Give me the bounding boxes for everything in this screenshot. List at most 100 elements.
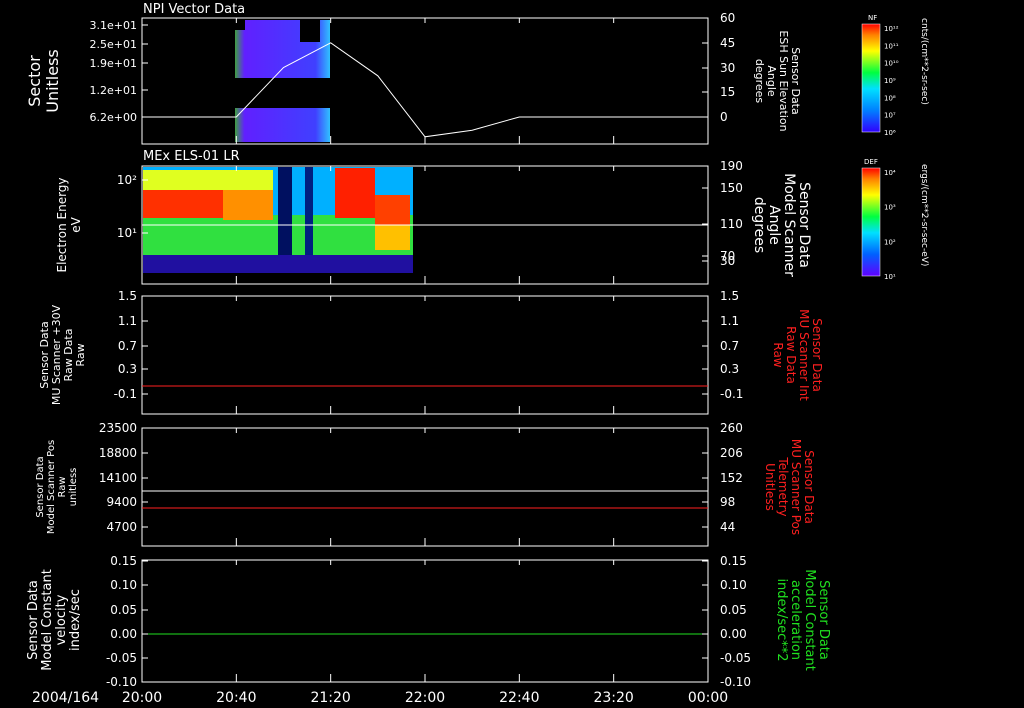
y-tick-label: 0.3 [118,362,137,376]
y-tick-label: 0.15 [720,554,747,568]
y-tick-label: 0.05 [110,603,137,617]
y-tick-label: 6.2e+00 [90,111,137,124]
y-tick-label: 44 [720,520,735,534]
colorbar-unit: ergs/(cm**2-sr-sec-eV) [919,164,929,266]
colorbar-label: 10¹² [884,25,899,33]
y-tick-label: 45 [720,36,735,50]
panel-mu-30v: 1.5 1.1 0.7 0.3 -0.1 1.5 1.1 0.7 0.3 -0.1 Sensor… [38,289,824,415]
colorbar-label: 10¹ [884,273,896,281]
colorbar-scale [861,23,881,133]
time-tick-label: 22:00 [405,690,445,706]
y-tick-label: 1.1 [118,314,137,328]
y-tick-label: 0.00 [720,627,747,641]
y-tick-label: 260 [720,421,743,435]
y-tick-label: 2.5e+01 [90,38,137,51]
svg-text:Raw: Raw [771,342,785,367]
panel-frame [141,17,709,145]
time-tick-label: 22:40 [499,690,539,706]
y-tick-label: -0.05 [720,651,751,665]
panel-title: NPI Vector Data [143,2,245,17]
y-tick-label: 10² [117,173,137,187]
colorbar-label: 10⁴ [884,169,896,177]
y-tick-label: 98 [720,495,735,509]
svg-text:unitless: unitless [68,468,79,507]
y-tick-label: 3.1e+01 [90,19,137,32]
right-axis-label: Sensor Data Model Constant acceleration … [774,569,831,671]
svg-text:Telemetry: Telemetry [776,456,790,516]
left-axis-ticks: 3.1e+01 2.5e+01 1.9e+01 1.2e+01 6.2e+00 [90,18,709,144]
colorbar-labels: 10⁴ 10³ 10² 10¹ [884,169,896,281]
els-yellow-band [143,170,273,190]
colorbar-label: 10⁹ [884,77,896,85]
colorbar-tag: DEF [864,158,878,166]
y-tick-label: -0.1 [720,387,743,401]
npi-upper-gap [300,20,320,42]
right-axis-label: Sensor Data ESH Sun Elevation Angle degr… [753,30,802,131]
svg-text:degrees: degrees [751,197,767,253]
els-gap [305,167,313,255]
y-tick-label: 30 [720,254,735,268]
y-tick-label: 0.7 [720,339,739,353]
npi-spectrogram [235,20,330,142]
y-tick-label: 14100 [99,471,137,485]
y-tick-label: 152 [720,471,743,485]
svg-text:Unitless: Unitless [763,463,777,511]
y-tick-label: 0.7 [118,339,137,353]
right-axis-ticks: 60 45 30 15 0 [702,11,735,124]
y-tick-label: 30 [720,61,735,75]
svg-text:eV: eV [69,216,83,232]
colorbar-def: DEF 10⁴ 10³ 10² 10¹ ergs/(cm**2-sr-sec-eV) [861,158,929,281]
panel-els: MEx ELS-01 LR 10²10¹ 1901501107030 Elect… [55,149,812,285]
time-tick-label: 21:20 [310,690,350,706]
els-low-energy-band [143,255,413,273]
els-orange-band [375,225,410,250]
left-axis-ticks: 0.15 0.10 0.05 0.00 -0.05 -0.10 [106,554,709,689]
colorbar-tag: NF [868,14,877,22]
left-axis-ticks: 1.5 1.1 0.7 0.3 -0.1 [114,289,709,414]
svg-text:Angle: Angle [766,205,782,245]
svg-text:Raw: Raw [57,476,68,497]
svg-text:Raw Data: Raw Data [784,326,798,384]
y-tick-label: -0.10 [720,675,751,689]
time-tick-label: 20:40 [216,690,256,706]
left-axis-ticks: 23500 18800 14100 9400 4700 [99,421,709,546]
time-tick-label: 00:00 [688,690,728,706]
colorbar-label: 10¹⁰ [884,60,899,68]
svg-text:Model Constant: Model Constant [802,569,817,671]
colorbar-nf: NF 10¹² 10¹¹ 10¹⁰ 10⁹ 10⁸ 10⁷ 10⁶ cnts/(cm**2-… [861,14,929,137]
y-tick-label: 190 [720,159,743,173]
svg-text:Model Scanner Pos: Model Scanner Pos [46,440,57,534]
y-tick-label: 60 [720,11,735,25]
svg-text:Sensor Data: Sensor Data [802,450,816,524]
els-red-band [375,195,410,225]
y-tick-label: 0 [720,110,728,124]
panel-frame [141,295,709,415]
svg-text:acceleration: acceleration [788,580,803,660]
y-tick-label: 15 [720,85,735,99]
left-axis-label: Sensor Data Model Scanner Pos Raw unitle… [35,440,79,534]
svg-text:Sensor Data: Sensor Data [26,580,41,660]
panel-model-constant: 0.150.100.050.00-0.05-0.10 0.150.100.050… [26,554,831,689]
right-axis-label: Sensor Data Model Scanner Angle degrees [751,173,812,277]
y-tick-label: 18800 [99,446,137,460]
y-tick-label: 0.05 [720,603,747,617]
svg-text:Sensor Data: Sensor Data [796,182,812,268]
els-gap [278,167,292,255]
svg-text:Model Scanner: Model Scanner [781,173,797,277]
left-axis-label: Sector Unitless [25,49,62,113]
npi-lower-block [235,108,330,142]
colorbar-label: 10² [884,238,896,246]
colorbar-label: 10³ [884,204,896,212]
y-tick-label: 1.9e+01 [90,57,137,70]
y-tick-label: 1.2e+01 [90,84,137,97]
y-tick-label: 150 [720,181,743,195]
svg-text:MU Scanner Int: MU Scanner Int [797,309,811,401]
right-axis-label: Sensor Data MU Scanner Pos Telemetry Uni… [763,439,816,535]
colorbar-label: 10⁸ [884,94,896,102]
svg-text:degrees: degrees [753,59,766,104]
svg-text:Sensor Data: Sensor Data [816,580,831,660]
left-axis-label: Sensor Data MU Scanner +30V Raw Data Raw [38,304,87,405]
right-axis-label: Sensor Data MU Scanner Int Raw Data Raw [771,309,824,401]
y-tick-label: 1.1 [720,314,739,328]
colorbar-label: 10⁷ [884,112,896,120]
